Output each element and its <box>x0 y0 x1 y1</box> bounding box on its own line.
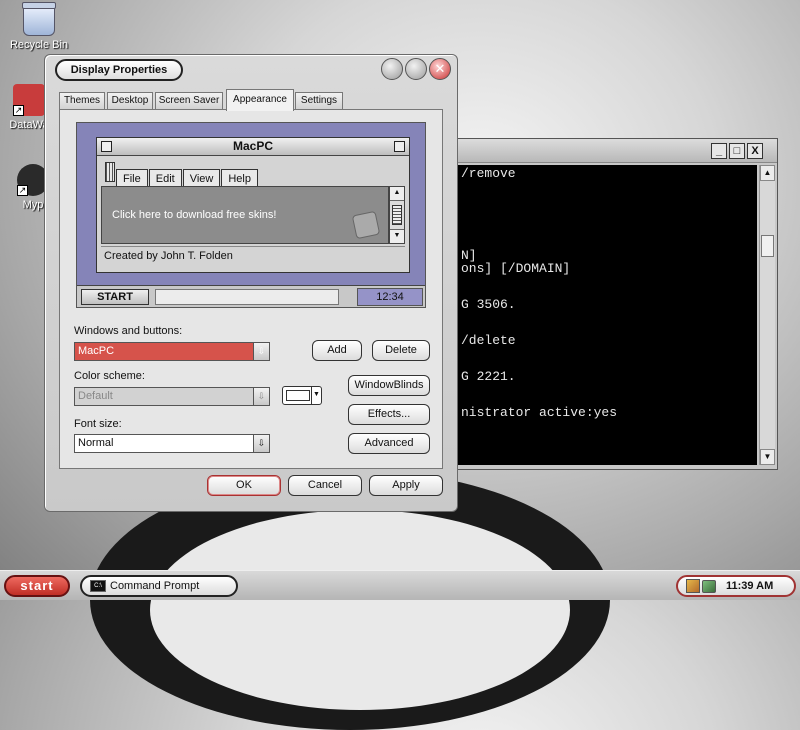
preview-title-text: MacPC <box>232 139 273 153</box>
command-prompt-window[interactable]: _ □ X /remove N] ons] [/DOMAIN] G 3506. … <box>440 138 778 470</box>
download-skins-link[interactable]: Click here to download free skins! <box>112 209 276 221</box>
cmd-minimize-button[interactable]: _ <box>711 143 727 159</box>
dialog-title: Display Properties <box>55 59 183 81</box>
shortcut-arrow-icon: ↗ <box>13 105 24 116</box>
preview-window-title: MacPC <box>97 138 409 156</box>
preview-zoom-box-icon <box>394 141 405 152</box>
close-orb-button[interactable]: ✕ <box>429 58 451 80</box>
effects-button[interactable]: Effects... <box>348 404 430 425</box>
apply-button[interactable]: Apply <box>369 475 443 496</box>
cmd-titlebar[interactable]: _ □ X <box>441 139 777 163</box>
tab-appearance[interactable]: Appearance <box>226 89 294 111</box>
color-scheme-label: Color scheme: <box>74 370 145 382</box>
tray-network-icon[interactable] <box>702 580 716 593</box>
preview-task-slot <box>155 289 339 305</box>
font-size-label: Font size: <box>74 418 122 430</box>
ok-button[interactable]: OK <box>207 475 281 496</box>
preview-scroll-up-icon: ▲ <box>390 187 404 201</box>
dropdown-arrow-icon[interactable]: ⇩ <box>253 388 269 405</box>
preview-taskbar: START 12:34 <box>77 285 425 307</box>
skin-preview: MacPC File Edit View Help Click here to dow… <box>76 122 426 308</box>
color-swatch <box>286 390 310 401</box>
windows-buttons-value: MacPC <box>78 345 115 357</box>
preview-clock: 12:34 <box>357 288 423 306</box>
display-properties-dialog[interactable]: Display Properties ✕ Themes Desktop Scre… <box>44 54 458 512</box>
command-prompt-icon: C:\ <box>90 580 106 592</box>
scroll-down-arrow-icon[interactable]: ▼ <box>760 449 775 465</box>
tab-screen-saver[interactable]: Screen Saver <box>155 92 223 110</box>
tray-app-icon[interactable] <box>686 579 700 593</box>
windows-buttons-label: Windows and buttons: <box>74 325 183 337</box>
color-picker-button[interactable]: ▼ <box>282 386 322 405</box>
cmd-close-button[interactable]: X <box>747 143 763 159</box>
color-scheme-value: Default <box>78 390 113 402</box>
desktop-icon-recycle-bin[interactable]: Recycle Bin <box>4 2 74 51</box>
dropdown-arrow-icon[interactable]: ⇩ <box>253 435 269 452</box>
color-scheme-select[interactable]: Default ⇩ <box>74 387 270 406</box>
preview-scroll-down-icon: ▼ <box>390 229 404 243</box>
recycle-bin-icon <box>22 2 56 36</box>
tab-settings[interactable]: Settings <box>295 92 343 110</box>
windowblinds-logo-icon <box>351 210 381 240</box>
tray-clock[interactable]: 11:39 AM <box>726 577 773 595</box>
start-button[interactable]: start <box>4 575 70 597</box>
tab-desktop[interactable]: Desktop <box>107 92 153 110</box>
desktop-icon-label: Recycle Bin <box>9 39 69 51</box>
cmd-console[interactable]: /remove N] ons] [/DOMAIN] G 3506. /delet… <box>445 165 757 465</box>
dropdown-arrow-icon[interactable]: ⇩ <box>253 343 269 360</box>
font-size-value: Normal <box>78 437 114 449</box>
preview-content[interactable]: Click here to download free skins! <box>101 186 389 244</box>
scroll-up-arrow-icon[interactable]: ▲ <box>760 165 775 181</box>
preview-statusbar: Created by John T. Folden <box>101 246 405 266</box>
add-button[interactable]: Add <box>312 340 362 361</box>
preview-scroll-thumb <box>392 205 402 225</box>
taskbar-item-command-prompt[interactable]: C:\ Command Prompt <box>80 575 238 597</box>
menu-grip-icon <box>105 162 115 182</box>
font-size-select[interactable]: Normal ⇩ <box>74 434 270 453</box>
preview-scrollbar: ▲ ▼ <box>389 186 405 244</box>
windows-buttons-select[interactable]: MacPC ⇩ <box>74 342 270 361</box>
taskbar: start C:\ Command Prompt 11:39 AM <box>0 570 800 600</box>
cmd-maximize-button[interactable]: □ <box>729 143 745 159</box>
cmd-line: /remove <box>461 166 516 181</box>
wallpaper-shape-inner <box>150 510 570 710</box>
preview-start-button: START <box>81 289 149 305</box>
cmd-line: G 3506. <box>461 297 516 312</box>
cmd-line: ons] [/DOMAIN] <box>461 261 571 276</box>
tab-themes[interactable]: Themes <box>59 92 105 110</box>
shortcut-arrow-icon: ↗ <box>17 185 28 196</box>
cmd-line: nistrator active:yes <box>461 405 618 420</box>
delete-button[interactable]: Delete <box>372 340 430 361</box>
preview-window: MacPC File Edit View Help Click here to dow… <box>96 137 410 273</box>
system-tray: 11:39 AM <box>676 575 796 597</box>
windowblinds-button[interactable]: WindowBlinds <box>348 375 430 396</box>
maximize-orb-button[interactable] <box>405 58 427 80</box>
cmd-scrollbar[interactable]: ▲ ▼ <box>759 165 775 465</box>
cmd-line: /delete <box>461 333 516 348</box>
cmd-line: G 2221. <box>461 369 516 384</box>
taskbar-item-label: Command Prompt <box>110 580 200 592</box>
advanced-button[interactable]: Advanced <box>348 433 430 454</box>
preview-menubar: File Edit View Help <box>105 162 259 189</box>
scrollbar-thumb[interactable] <box>761 235 774 257</box>
datawa-icon: ↗ <box>13 84 45 116</box>
minimize-orb-button[interactable] <box>381 58 403 80</box>
cancel-button[interactable]: Cancel <box>288 475 362 496</box>
preview-close-box-icon <box>101 141 112 152</box>
appearance-panel: MacPC File Edit View Help Click here to dow… <box>59 109 443 469</box>
color-dropdown-arrow-icon: ▼ <box>311 387 321 404</box>
